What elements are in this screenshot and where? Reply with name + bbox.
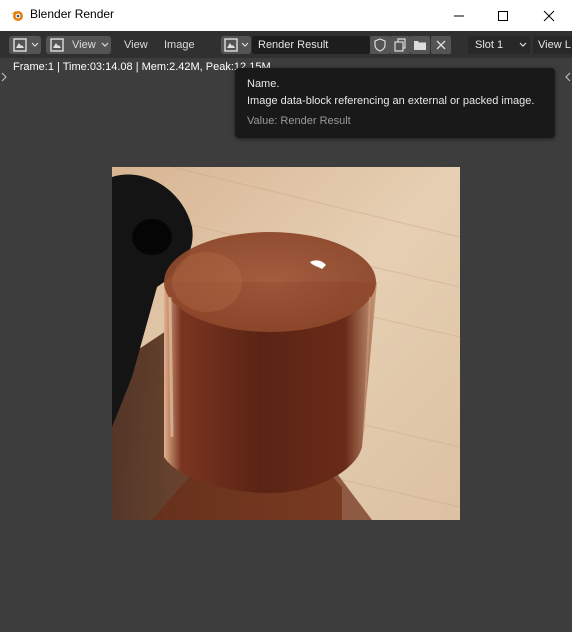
toolbar-expand-arrow-icon[interactable] [1,72,7,82]
image-editor-header: View View Image Render Result Slot 1 Vie… [0,31,572,58]
close-icon [543,10,555,22]
view-layer-label: View L [538,39,571,51]
view-layer-selector[interactable]: View L [533,36,572,54]
image-view-icon [50,38,64,52]
duplicate-icon [394,38,406,52]
render-stats: Frame:1 | Time:03:14.08 | Mem:2.42M, Pea… [13,61,271,73]
image-editor-icon [13,38,27,52]
image-browse-button[interactable] [221,36,251,54]
image-name-value: Render Result [258,39,329,51]
image-browse-icon [224,38,238,52]
editor-type-button[interactable] [9,36,41,54]
minimize-icon [454,15,464,17]
name-tooltip: Name. Image data-block referencing an ex… [235,68,555,138]
blender-logo-icon [11,11,23,21]
shield-icon [374,38,386,52]
chevron-down-icon [101,42,109,47]
sidebar-expand-arrow-icon[interactable] [565,72,571,82]
tooltip-title: Name. [247,78,280,90]
slot-label: Slot 1 [475,39,504,51]
chevron-down-icon [241,42,249,47]
view-mode-selector[interactable]: View [46,36,111,54]
fake-user-button[interactable] [370,36,390,54]
title-bar: Blender Render [0,0,572,31]
unlink-image-button[interactable] [431,36,451,54]
tooltip-value: Value: Render Result [247,115,351,127]
menu-image[interactable]: Image [164,36,195,54]
open-image-button[interactable] [410,36,430,54]
window-title: Blender Render [30,7,115,21]
minimize-button[interactable] [436,0,482,31]
render-result-image[interactable] [112,167,460,520]
maximize-button[interactable] [480,0,526,31]
blender-render-window: Blender Render View View Image Render Re… [0,0,572,632]
chevron-down-icon [31,42,39,47]
close-button[interactable] [526,0,572,31]
maximize-icon [498,11,508,21]
chevron-down-icon [519,42,527,47]
view-mode-label: View [72,39,96,51]
new-image-button[interactable] [390,36,410,54]
slot-selector[interactable]: Slot 1 [468,36,530,54]
folder-icon [414,41,426,50]
image-name-field[interactable]: Render Result [252,36,370,54]
menu-view[interactable]: View [124,36,148,54]
tooltip-description: Image data-block referencing an external… [247,95,535,107]
x-icon [436,40,446,50]
